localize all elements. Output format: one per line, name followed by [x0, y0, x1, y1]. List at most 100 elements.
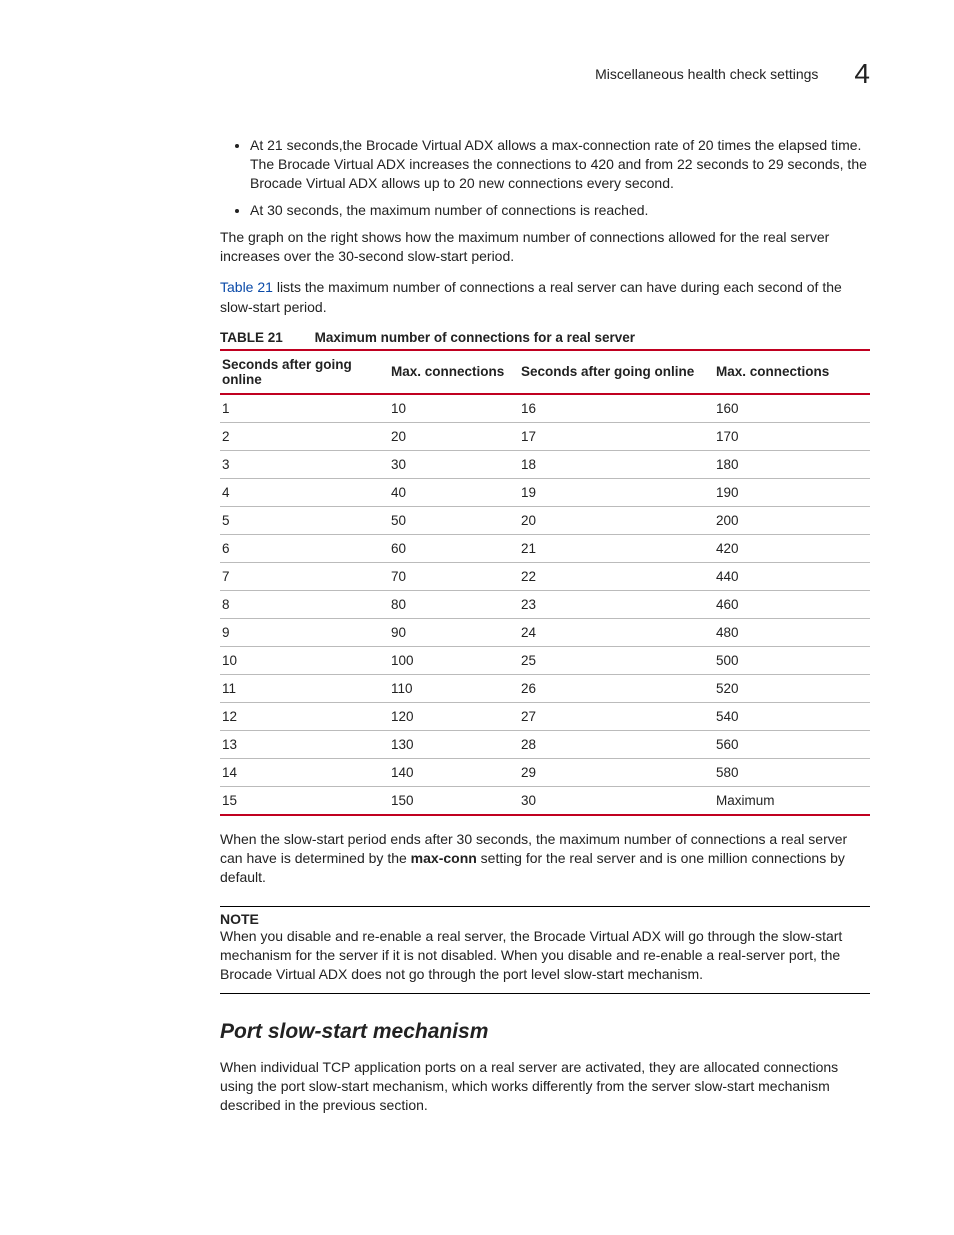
table-cell: 50	[389, 506, 519, 534]
table-cell: 26	[519, 674, 714, 702]
table-row: 1010025500	[220, 646, 870, 674]
table-cell: 110	[389, 674, 519, 702]
bullet-list: At 21 seconds,the Brocade Virtual ADX al…	[220, 136, 870, 220]
table-row: 88023460	[220, 590, 870, 618]
table-cell: 520	[714, 674, 870, 702]
note-block: NOTE When you disable and re-enable a re…	[220, 906, 870, 994]
table-cell: 2	[220, 422, 389, 450]
table-row: 11016160	[220, 394, 870, 423]
table-cell: 70	[389, 562, 519, 590]
table-cell: Maximum	[714, 786, 870, 815]
table-row: 1212027540	[220, 702, 870, 730]
connections-table: Seconds after going online Max. connecti…	[220, 349, 870, 816]
table-cell: 29	[519, 758, 714, 786]
table-cell: 80	[389, 590, 519, 618]
table-cell: 540	[714, 702, 870, 730]
paragraph-port-slow-start: When individual TCP application ports on…	[220, 1058, 870, 1116]
table-cell: 200	[714, 506, 870, 534]
table-cell: 10	[389, 394, 519, 423]
list-item: At 30 seconds, the maximum number of con…	[250, 201, 870, 220]
table-cell: 30	[389, 450, 519, 478]
col-header: Seconds after going online	[519, 350, 714, 394]
table-row: 44019190	[220, 478, 870, 506]
col-header: Max. connections	[714, 350, 870, 394]
header-title: Miscellaneous health check settings	[595, 66, 818, 82]
table-cell: 9	[220, 618, 389, 646]
table-cell: 17	[519, 422, 714, 450]
list-item: At 21 seconds,the Brocade Virtual ADX al…	[250, 136, 870, 193]
table-cell: 3	[220, 450, 389, 478]
note-heading: NOTE	[220, 906, 870, 927]
table-cell: 13	[220, 730, 389, 758]
table-cell: 23	[519, 590, 714, 618]
paragraph-table-ref: Table 21 lists the maximum number of con…	[220, 278, 870, 317]
note-body: When you disable and re-enable a real se…	[220, 927, 870, 994]
table-row: 22017170	[220, 422, 870, 450]
table-cell: 22	[519, 562, 714, 590]
keyword-max-conn: max-conn	[411, 850, 477, 866]
table-cell: 90	[389, 618, 519, 646]
table-cell: 420	[714, 534, 870, 562]
chapter-number: 4	[854, 58, 870, 90]
table-cell: 40	[389, 478, 519, 506]
table-cell: 27	[519, 702, 714, 730]
table-cell: 21	[519, 534, 714, 562]
table-cell: 30	[519, 786, 714, 815]
table-cell: 25	[519, 646, 714, 674]
cross-reference-link[interactable]: Table 21	[220, 279, 273, 295]
table-cell: 7	[220, 562, 389, 590]
table-cell: 19	[519, 478, 714, 506]
table-label: TABLE 21	[220, 330, 283, 345]
table-cell: 24	[519, 618, 714, 646]
table-cell: 20	[519, 506, 714, 534]
table-row: 77022440	[220, 562, 870, 590]
table-cell: 180	[714, 450, 870, 478]
paragraph-graph: The graph on the right shows how the max…	[220, 228, 870, 267]
table-cell: 560	[714, 730, 870, 758]
table-row: 1111026520	[220, 674, 870, 702]
col-header: Max. connections	[389, 350, 519, 394]
table-row: 99024480	[220, 618, 870, 646]
table-cell: 6	[220, 534, 389, 562]
table-row: 55020200	[220, 506, 870, 534]
table-cell: 140	[389, 758, 519, 786]
table-cell: 170	[714, 422, 870, 450]
table-cell: 460	[714, 590, 870, 618]
table-cell: 10	[220, 646, 389, 674]
table-cell: 190	[714, 478, 870, 506]
section-heading-port-slow-start: Port slow-start mechanism	[220, 1020, 870, 1044]
table-cell: 14	[220, 758, 389, 786]
table-title: Maximum number of connections for a real…	[315, 330, 635, 345]
table-cell: 60	[389, 534, 519, 562]
table-cell: 12	[220, 702, 389, 730]
table-cell: 16	[519, 394, 714, 423]
table-cell: 100	[389, 646, 519, 674]
table-row: 33018180	[220, 450, 870, 478]
table-row: 1515030Maximum	[220, 786, 870, 815]
running-header: Miscellaneous health check settings 4	[84, 58, 870, 90]
table-cell: 28	[519, 730, 714, 758]
table-cell: 18	[519, 450, 714, 478]
table-cell: 480	[714, 618, 870, 646]
table-cell: 8	[220, 590, 389, 618]
paragraph-text: lists the maximum number of connections …	[220, 279, 842, 314]
table-header-row: Seconds after going online Max. connecti…	[220, 350, 870, 394]
table-cell: 5	[220, 506, 389, 534]
table-caption: TABLE 21 Maximum number of connections f…	[220, 329, 870, 345]
table-cell: 580	[714, 758, 870, 786]
col-header: Seconds after going online	[220, 350, 389, 394]
table-cell: 120	[389, 702, 519, 730]
table-cell: 500	[714, 646, 870, 674]
table-row: 66021420	[220, 534, 870, 562]
table-cell: 150	[389, 786, 519, 815]
table-cell: 20	[389, 422, 519, 450]
table-row: 1313028560	[220, 730, 870, 758]
table-cell: 15	[220, 786, 389, 815]
table-cell: 130	[389, 730, 519, 758]
table-cell: 440	[714, 562, 870, 590]
table-cell: 1	[220, 394, 389, 423]
table-cell: 4	[220, 478, 389, 506]
table-row: 1414029580	[220, 758, 870, 786]
table-cell: 11	[220, 674, 389, 702]
table-cell: 160	[714, 394, 870, 423]
